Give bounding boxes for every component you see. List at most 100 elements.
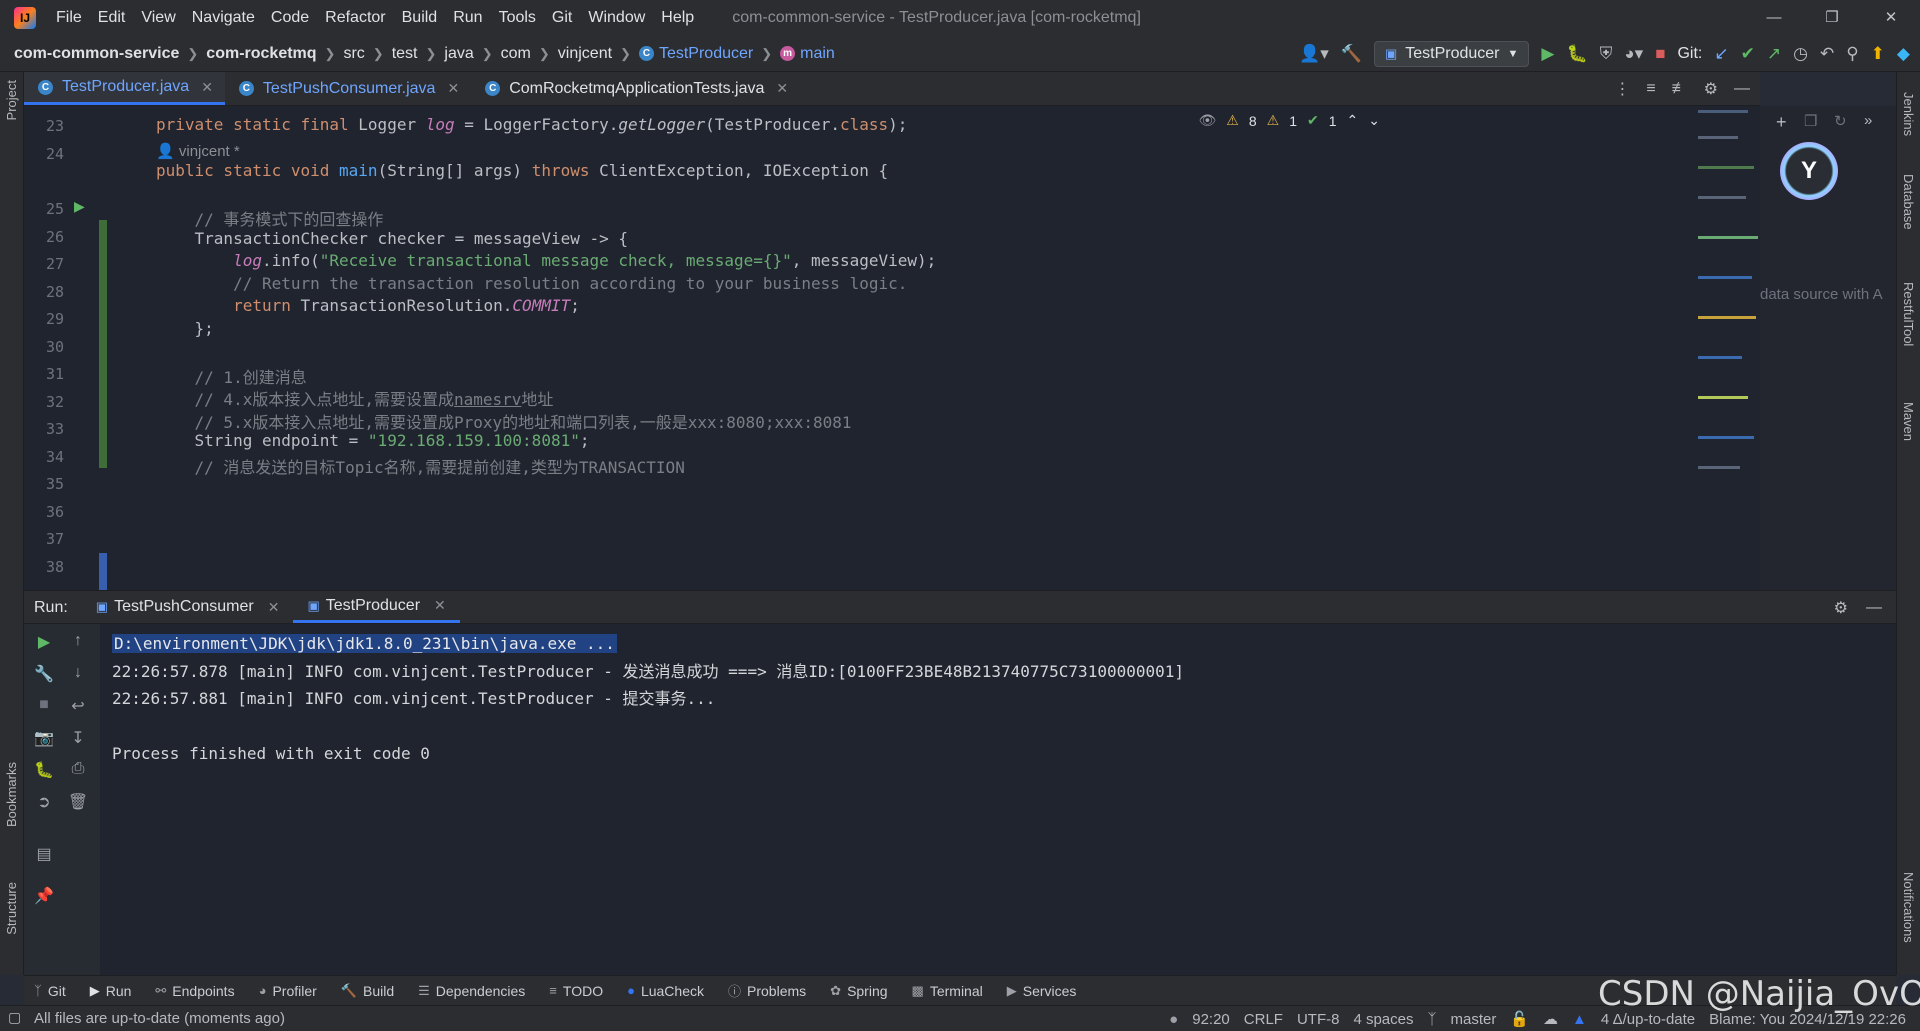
tool-problems[interactable]: ⓘ Problems bbox=[716, 981, 818, 1000]
structure-tool-button[interactable]: Structure bbox=[4, 882, 19, 935]
print-icon[interactable]: ⎙ bbox=[66, 760, 90, 778]
restful-tool-button[interactable]: RestfulTool bbox=[1901, 282, 1916, 346]
stop-icon[interactable]: ■ bbox=[32, 696, 56, 714]
breadcrumb-module[interactable]: com-rocketmq bbox=[206, 45, 316, 63]
stop-icon[interactable]: ■ bbox=[1655, 36, 1665, 72]
tool-terminal[interactable]: ▩ Terminal bbox=[900, 983, 995, 999]
history-icon[interactable]: ◷ bbox=[1793, 36, 1808, 72]
more-tabs-icon[interactable]: ⋮ bbox=[1614, 79, 1630, 99]
build-hammer-icon[interactable]: 🔨 bbox=[1341, 36, 1362, 72]
breadcrumb-test[interactable]: test bbox=[392, 45, 418, 63]
plugin-icon[interactable]: ◆ bbox=[1897, 36, 1910, 72]
more-icon[interactable]: » bbox=[1864, 112, 1872, 129]
breadcrumb-project[interactable]: com-common-service bbox=[14, 45, 179, 63]
trash-icon[interactable]: 🗑 bbox=[66, 792, 90, 812]
inspection-widget[interactable]: 👁 ⚠ 8 ⚠ 1 ✔ 1 ⌃ ⌄ bbox=[1199, 112, 1381, 129]
tool-dependencies[interactable]: ☰ Dependencies bbox=[406, 983, 537, 999]
menu-edit[interactable]: Edit bbox=[90, 0, 134, 36]
menu-code[interactable]: Code bbox=[263, 0, 317, 36]
close-tab-icon[interactable]: ✕ bbox=[268, 599, 280, 616]
line-separator[interactable]: CRLF bbox=[1244, 1011, 1283, 1028]
menu-refactor[interactable]: Refactor bbox=[317, 0, 393, 36]
tool-todo[interactable]: ≡ TODO bbox=[537, 983, 615, 999]
eye-off-icon[interactable]: 👁 bbox=[1199, 112, 1217, 129]
run-icon[interactable]: ▶ bbox=[1541, 36, 1554, 72]
copy-icon[interactable]: ❐ bbox=[1804, 112, 1817, 130]
update-icon[interactable]: ⬆ bbox=[1871, 36, 1885, 72]
close-tab-icon[interactable]: ✕ bbox=[434, 597, 446, 614]
breadcrumb-method[interactable]: main bbox=[800, 45, 835, 63]
gear-icon[interactable]: ⚙ bbox=[1834, 598, 1848, 618]
coverage-icon[interactable]: ⛨ bbox=[1600, 36, 1613, 72]
tool-profiler[interactable]: ◕ Profiler bbox=[247, 983, 329, 999]
menu-run[interactable]: Run bbox=[445, 0, 490, 36]
cloud-icon[interactable]: ☁ bbox=[1543, 1010, 1558, 1028]
breadcrumb-vinjcent[interactable]: vinjcent bbox=[558, 45, 612, 63]
layout-icon[interactable]: ▤ bbox=[32, 844, 56, 864]
profile-icon[interactable]: ◕▾ bbox=[1624, 36, 1643, 72]
menu-navigate[interactable]: Navigate bbox=[184, 0, 263, 36]
menu-help[interactable]: Help bbox=[653, 0, 702, 36]
menu-git[interactable]: Git bbox=[544, 0, 580, 36]
menu-tools[interactable]: Tools bbox=[491, 0, 544, 36]
tool-endpoints[interactable]: ⚯ Endpoints bbox=[143, 983, 246, 999]
run-tab-testpushconsumer[interactable]: ▣ TestPushConsumer ✕ bbox=[82, 591, 294, 623]
plus-icon[interactable]: + bbox=[1776, 112, 1787, 133]
menu-file[interactable]: File bbox=[48, 0, 90, 36]
user-icon[interactable]: 👤▾ bbox=[1299, 36, 1329, 72]
hide-icon[interactable]: — bbox=[1734, 80, 1750, 98]
console-command[interactable]: D:\environment\JDK\jdk\jdk1.8.0_231\bin\… bbox=[112, 634, 617, 653]
vcs-changed-marker[interactable] bbox=[99, 220, 107, 468]
tab-testproducer[interactable]: C TestProducer.java ✕ bbox=[24, 72, 225, 105]
git-branch[interactable]: master bbox=[1451, 1011, 1497, 1028]
close-tab-icon[interactable]: ✕ bbox=[201, 79, 213, 96]
arrow-down-icon[interactable]: ↓ bbox=[66, 664, 90, 682]
login-icon[interactable]: ➲ bbox=[32, 792, 56, 812]
run-configuration-select[interactable]: ▣ TestProducer ▼ bbox=[1373, 41, 1530, 67]
file-encoding[interactable]: UTF-8 bbox=[1297, 1011, 1340, 1028]
git-push-icon[interactable]: ↗ bbox=[1767, 36, 1781, 72]
hide-icon[interactable]: — bbox=[1866, 599, 1882, 617]
tab-testpushconsumer[interactable]: C TestPushConsumer.java ✕ bbox=[225, 72, 471, 105]
chevron-up-icon[interactable]: ⌃ bbox=[1347, 112, 1359, 129]
panel-toggle-icon[interactable]: ▢ bbox=[8, 1009, 21, 1026]
close-icon[interactable]: ✕ bbox=[1862, 0, 1920, 36]
collapse-all-icon[interactable]: ≢ bbox=[1672, 80, 1688, 98]
database-tool-button[interactable]: Database bbox=[1901, 174, 1916, 230]
tool-luacheck[interactable]: ● LuaCheck bbox=[615, 983, 716, 999]
close-tab-icon[interactable]: ✕ bbox=[447, 80, 459, 97]
lock-icon[interactable]: 🔓 bbox=[1510, 1010, 1529, 1028]
menu-build[interactable]: Build bbox=[394, 0, 446, 36]
console-output[interactable]: D:\environment\JDK\jdk\jdk1.8.0_231\bin\… bbox=[100, 624, 1896, 975]
pin-icon[interactable]: 📌 bbox=[32, 886, 56, 906]
search-icon[interactable]: ⚲ bbox=[1846, 36, 1858, 72]
chevron-down-icon[interactable]: ⌄ bbox=[1368, 112, 1380, 129]
notifications-tool-button[interactable]: Notifications bbox=[1901, 872, 1916, 943]
debug-icon[interactable]: 🐛 bbox=[1566, 36, 1587, 72]
git-update-icon[interactable]: ↙ bbox=[1714, 36, 1728, 72]
breadcrumb-src[interactable]: src bbox=[343, 45, 364, 63]
bookmarks-tool-button[interactable]: Bookmarks bbox=[4, 762, 19, 827]
tool-build[interactable]: 🔨 Build bbox=[329, 983, 406, 999]
breadcrumb-java[interactable]: java bbox=[444, 45, 473, 63]
code-editor[interactable]: 23 24 25 26 27 28 29 30 31 32 33 34 35 3… bbox=[24, 106, 1760, 590]
close-tab-icon[interactable]: ✕ bbox=[776, 80, 788, 97]
indent-setting[interactable]: 4 spaces bbox=[1353, 1011, 1413, 1028]
minimize-icon[interactable]: — bbox=[1745, 0, 1803, 36]
expand-all-icon[interactable]: ≡ bbox=[1646, 80, 1655, 98]
caret-position[interactable]: 92:20 bbox=[1192, 1011, 1230, 1028]
run-tab-testproducer[interactable]: ▣ TestProducer ✕ bbox=[293, 591, 460, 623]
code-minimap[interactable] bbox=[1698, 106, 1760, 576]
maven-tool-button[interactable]: Maven bbox=[1901, 402, 1916, 441]
camera-icon[interactable]: 📷 bbox=[32, 728, 56, 748]
debug-icon[interactable]: 🐛 bbox=[32, 760, 56, 780]
restore-icon[interactable]: ❐ bbox=[1803, 0, 1861, 36]
jenkins-tool-button[interactable]: Jenkins bbox=[1901, 92, 1916, 136]
breadcrumb-class[interactable]: TestProducer bbox=[659, 45, 753, 63]
tool-services[interactable]: ▶ Services bbox=[995, 983, 1089, 999]
soft-wrap-icon[interactable]: ↩ bbox=[66, 696, 90, 716]
status-message[interactable]: All files are up-to-date (moments ago) bbox=[34, 1010, 285, 1027]
wrench-icon[interactable]: 🔧 bbox=[32, 664, 56, 684]
project-tool-button[interactable]: Project bbox=[4, 80, 19, 120]
tool-run[interactable]: ▶ Run bbox=[78, 983, 144, 999]
